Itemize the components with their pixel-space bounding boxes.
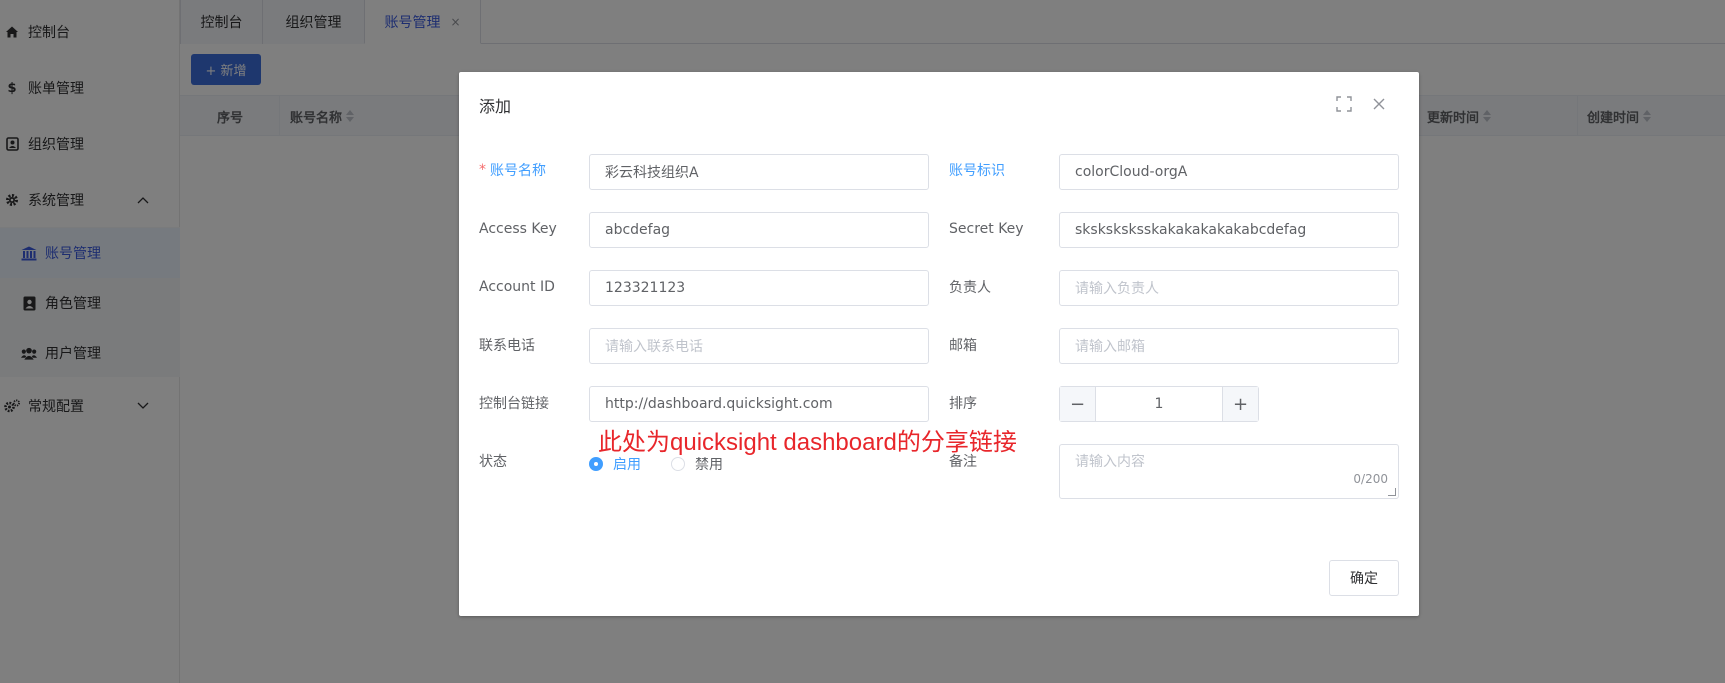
owner-input[interactable]: 请输入负责人 [1059, 270, 1399, 306]
access-key-input[interactable]: abcdefag [589, 212, 929, 248]
remark-placeholder: 请输入内容 [1075, 454, 1145, 470]
secret-key-label: Secret Key [949, 221, 1024, 237]
owner-label: 负责人 [949, 280, 991, 296]
account-id-input[interactable]: 123321123 [589, 270, 929, 306]
email-label: 邮箱 [949, 338, 977, 354]
char-count: 0/200 [1353, 472, 1388, 486]
secret-key-input[interactable]: sksksksksskakakakakakabcdefag [1059, 212, 1399, 248]
account-name-label: * 账号名称 [479, 152, 546, 188]
status-radio-disabled[interactable]: 禁用 [671, 454, 723, 474]
console-link-label: 控制台链接 [479, 396, 549, 412]
console-link-input[interactable]: http://dashboard.quicksight.com [589, 386, 929, 422]
status-label: 状态 [479, 454, 507, 470]
phone-label: 联系电话 [479, 338, 535, 354]
increment-button[interactable]: + [1222, 387, 1258, 421]
account-name-input[interactable]: 彩云科技组织A [589, 154, 929, 190]
remark-textarea[interactable]: 请输入内容 0/200 [1059, 444, 1399, 499]
dialog-title: 添加 [479, 97, 512, 116]
fullscreen-icon[interactable] [1336, 96, 1352, 112]
decrement-button[interactable]: − [1060, 387, 1096, 421]
access-key-label: Access Key [479, 221, 557, 237]
account-tag-input[interactable]: colorCloud-orgA [1059, 154, 1399, 190]
radio-dot [589, 457, 603, 471]
radio-dot [671, 457, 685, 471]
required-mark: * [479, 162, 486, 178]
account-tag-label: 账号标识 [949, 163, 1005, 179]
sort-label: 排序 [949, 396, 977, 412]
confirm-button[interactable]: 确定 [1329, 560, 1399, 596]
radio-label: 启用 [613, 457, 641, 473]
sort-stepper: − 1 + [1059, 386, 1259, 422]
add-dialog: 添加 * 账号名称 彩云科技组织A 账号标识 colorCloud-orgA A… [459, 72, 1419, 616]
account-id-label: Account ID [479, 279, 555, 295]
label-text: 账号名称 [490, 163, 546, 179]
resize-handle[interactable] [1388, 488, 1396, 496]
email-input[interactable]: 请输入邮箱 [1059, 328, 1399, 364]
close-icon[interactable] [1370, 95, 1388, 113]
phone-input[interactable]: 请输入联系电话 [589, 328, 929, 364]
remark-label: 备注 [949, 454, 977, 470]
radio-label: 禁用 [695, 457, 723, 473]
status-radio-enabled[interactable]: 启用 [589, 454, 641, 474]
sort-value-input[interactable]: 1 [1096, 387, 1222, 421]
